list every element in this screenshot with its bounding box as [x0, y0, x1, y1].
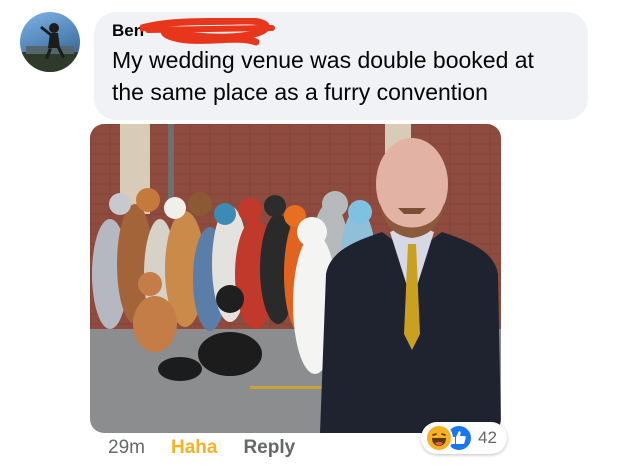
redaction-scribble	[140, 18, 275, 46]
comment-text: My wedding venue was double booked at th…	[112, 47, 534, 105]
avatar[interactable]	[20, 12, 80, 72]
comment-actions: 29m Haha Reply	[108, 436, 295, 460]
attached-photo[interactable]	[90, 124, 501, 433]
reaction-count: 42	[478, 428, 497, 447]
avatar-image	[20, 23, 80, 72]
comment-author[interactable]: Ben	[112, 18, 275, 46]
comment-bubble: Ben My wedding venue was double booked a…	[94, 12, 588, 120]
reply-button[interactable]: Reply	[243, 436, 295, 460]
haha-icon	[425, 424, 453, 452]
haha-reaction-button[interactable]: Haha	[171, 436, 217, 460]
photo-image	[90, 124, 501, 433]
timestamp[interactable]: 29m	[108, 436, 145, 460]
reaction-summary[interactable]: 42	[421, 422, 507, 454]
